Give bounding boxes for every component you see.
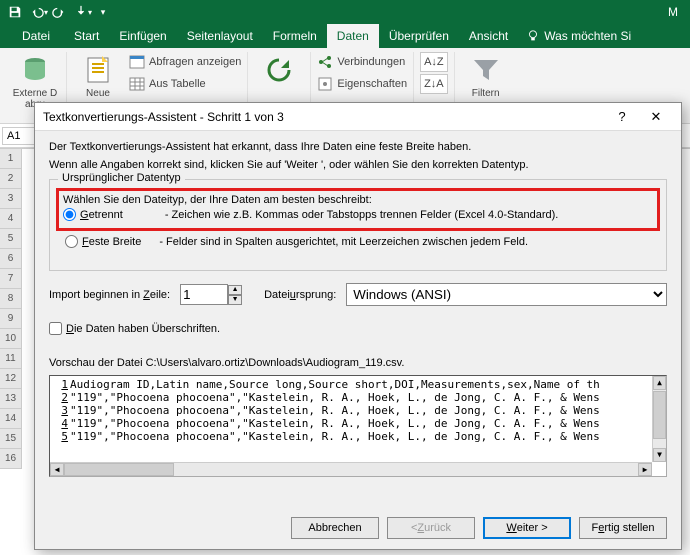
back-button: < Zurück [387,517,475,539]
from-table-button[interactable]: Aus Tabelle [129,74,241,94]
new-query-button[interactable]: Neue [73,52,123,99]
show-queries-button[interactable]: Abfragen anzeigen [129,52,241,72]
new-query-icon [82,54,114,86]
row-header[interactable]: 10 [0,329,22,349]
lightbulb-icon [526,29,540,43]
spin-up-icon[interactable]: ▲ [228,285,242,295]
row-header[interactable]: 9 [0,309,22,329]
tab-formulas[interactable]: Formeln [263,24,327,48]
tab-file[interactable]: Datei [8,24,64,48]
finish-button[interactable]: Fertig stellen [579,517,667,539]
dialog-intro-2: Wenn alle Angaben korrekt sind, klicken … [49,159,667,171]
connections-icon [317,54,333,70]
scroll-right-icon[interactable]: ▶ [638,463,652,476]
row-header[interactable]: 2 [0,169,22,189]
row-header[interactable]: 7 [0,269,22,289]
connections-button[interactable]: Verbindungen [317,52,407,72]
row-header[interactable]: 16 [0,449,22,469]
row-header[interactable]: 11 [0,349,22,369]
next-button[interactable]: Weiter > [483,517,571,539]
preview-content: 1Audiogram ID,Latin name,Source long,Sou… [50,376,652,462]
hscroll-thumb[interactable] [64,463,174,476]
tell-me-label: Was möchten Si [544,29,631,43]
external-data-icon [19,54,51,86]
preview-vscrollbar[interactable]: ▲ ▼ [652,376,666,462]
tab-insert[interactable]: Einfügen [109,24,176,48]
preview-box: 1Audiogram ID,Latin name,Source long,Sou… [49,375,667,477]
delimited-desc: - Zeichen wie z.B. Kommas oder Tabstopps… [165,209,559,221]
start-row-spinner[interactable]: ▲ ▼ [180,284,242,305]
tab-pagelayout[interactable]: Seitenlayout [177,24,263,48]
row-header[interactable]: 6 [0,249,22,269]
filter-button[interactable]: Filtern [461,52,511,99]
row-header[interactable]: 8 [0,289,22,309]
vscroll-thumb[interactable] [653,391,666,439]
app-title-suffix: M [668,5,686,19]
group-legend: Ursprünglicher Datentyp [58,172,185,184]
help-button[interactable]: ? [605,103,639,131]
dialog-titlebar[interactable]: Textkonvertierungs-Assistent - Schritt 1… [35,103,681,131]
properties-button[interactable]: Eigenschaften [317,74,407,94]
ribbon-tabs: Datei Start Einfügen Seitenlayout Formel… [0,24,690,48]
delimited-radio[interactable] [63,208,76,221]
queries-icon [129,54,145,70]
highlight-box: Wählen Sie den Dateityp, der Ihre Daten … [56,188,660,231]
refresh-icon [263,54,295,86]
tab-start[interactable]: Start [64,24,109,48]
scroll-up-icon[interactable]: ▲ [653,376,666,390]
delimited-label[interactable]: GGetrenntetrennt [80,209,123,221]
tab-review[interactable]: Überprüfen [379,24,459,48]
scroll-left-icon[interactable]: ◀ [50,463,64,476]
table-icon [129,76,145,92]
properties-icon [317,76,333,92]
dialog-title: Textkonvertierungs-Assistent - Schritt 1… [43,110,284,124]
row-header[interactable]: 15 [0,429,22,449]
preview-label: Vorschau der Datei C:\Users\alvaro.ortiz… [49,357,667,369]
row-header[interactable]: 4 [0,209,22,229]
row-header[interactable]: 1 [0,149,22,169]
file-origin-select[interactable]: Windows (ANSI) [346,283,667,306]
fixed-width-desc: - Felder sind in Spalten ausgerichtet, m… [159,236,528,248]
file-origin-label: Dateiursprung: [264,289,336,301]
title-bar: ▾ ▾ ▾ M [0,0,690,24]
row-header[interactable]: 5 [0,229,22,249]
row-header[interactable]: 14 [0,409,22,429]
sort-za-button[interactable]: Z↓A [420,74,448,94]
text-import-wizard-dialog: Textkonvertierungs-Assistent - Schritt 1… [34,102,682,550]
spin-down-icon[interactable]: ▼ [228,295,242,305]
funnel-icon [470,54,502,86]
headers-label[interactable]: Die Daten haben Überschriften. [66,323,220,335]
dialog-intro-1: Der Textkonvertierungs-Assistent hat erk… [49,141,667,153]
tab-view[interactable]: Ansicht [459,24,518,48]
close-button[interactable]: ✕ [639,103,673,131]
row-header[interactable]: 13 [0,389,22,409]
sort-az-button[interactable]: A↓Z [420,52,448,72]
fixed-width-label[interactable]: Feste Breite [82,236,141,248]
start-row-label: Import beginnen in Zeile: [49,289,170,301]
qat-customize-icon[interactable]: ▾ [92,2,114,22]
start-row-input[interactable] [180,284,228,305]
fixed-width-radio[interactable] [65,235,78,248]
headers-checkbox[interactable] [49,322,62,335]
redo-icon[interactable] [48,2,70,22]
save-icon[interactable] [4,2,26,22]
original-data-type-group: Ursprünglicher Datentyp Wählen Sie den D… [49,179,667,271]
scroll-down-icon[interactable]: ▼ [653,448,666,462]
external-data-l1: Externe D [13,88,57,99]
row-header[interactable]: 12 [0,369,22,389]
choose-filetype-label: Wählen Sie den Dateityp, der Ihre Daten … [63,194,653,206]
row-header[interactable]: 3 [0,189,22,209]
tell-me-search[interactable]: Was möchten Si [526,24,631,48]
tab-data[interactable]: Daten [327,24,379,48]
preview-hscrollbar[interactable]: ◀ ▶ [50,462,652,476]
refresh-all-button[interactable] [254,52,304,88]
cancel-button[interactable]: Abbrechen [291,517,379,539]
